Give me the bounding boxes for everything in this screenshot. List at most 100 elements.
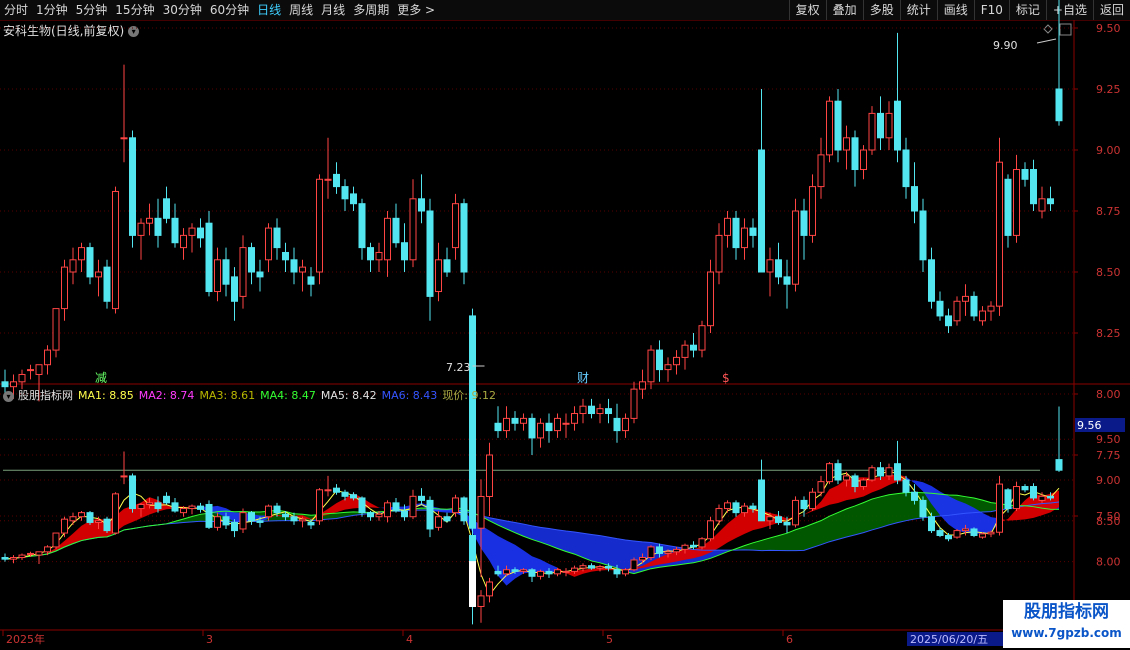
- ribbon-short-segment: [506, 540, 515, 586]
- candle-body: [316, 178, 323, 273]
- sub-candle: [868, 465, 876, 482]
- candle-body: [307, 276, 315, 285]
- candle-body: [486, 581, 493, 597]
- candle-body: [265, 505, 272, 518]
- sub-candle: [1, 553, 9, 562]
- candle-body: [664, 551, 672, 554]
- ribbon-short-segment: [489, 530, 498, 576]
- sub-candle: [562, 568, 570, 577]
- candle-body: [112, 493, 119, 534]
- candle-body: [78, 247, 85, 261]
- candle-body: [214, 516, 221, 528]
- main-candle: [571, 406, 578, 431]
- candle-body: [103, 266, 111, 302]
- candle-body: [545, 570, 553, 575]
- candle-body: [528, 569, 536, 577]
- candle-body: [766, 259, 774, 273]
- main-candle: [341, 179, 349, 211]
- sub-candle: [86, 511, 94, 525]
- main-candle: [52, 308, 60, 358]
- main-candle: [622, 413, 629, 438]
- main-candle: [970, 291, 978, 321]
- candle-body: [520, 569, 527, 572]
- ma-label-3: MA4: 8.47: [260, 389, 316, 402]
- candle-body: [834, 463, 842, 481]
- candle-body: [843, 475, 850, 481]
- candle-body: [936, 300, 944, 317]
- candle-body: [120, 475, 128, 478]
- sub-candle: [1021, 484, 1029, 493]
- sub-candle: [630, 557, 638, 572]
- candle-body: [622, 417, 629, 432]
- candle-body: [520, 417, 527, 424]
- date-label: 4: [406, 633, 413, 646]
- candle-body: [1004, 178, 1012, 236]
- candle-body: [800, 499, 808, 510]
- chevron-down-icon[interactable]: ▾: [3, 390, 14, 402]
- candle-body: [868, 467, 876, 481]
- candle-body: [605, 408, 612, 415]
- candle-body: [885, 112, 893, 139]
- main-candle: [120, 64, 128, 163]
- watermark-url: www.7gpzb.com: [1011, 626, 1122, 640]
- candle-body: [256, 520, 264, 523]
- candle-body: [188, 505, 196, 510]
- candle-body: [273, 505, 281, 514]
- main-candle: [78, 242, 85, 272]
- candle-body: [358, 497, 366, 514]
- candle-body: [792, 499, 799, 526]
- sub-candle: [809, 488, 816, 512]
- kline-chart[interactable]: 9.509.259.008.758.508.258.007.757.509.50…: [0, 0, 1130, 650]
- price-axis-label: 7.75: [1096, 449, 1121, 462]
- candle-body: [443, 259, 451, 273]
- watermark-title: 股朋指标网: [1024, 602, 1109, 622]
- candle-body: [69, 516, 77, 522]
- ribbon-short-segment: [804, 509, 813, 515]
- sub-candle: [528, 568, 536, 582]
- candle-body: [35, 551, 43, 556]
- candle-body: [392, 217, 400, 244]
- candle-body: [1055, 88, 1063, 122]
- main-candle: [61, 259, 68, 321]
- sub-candle: [919, 496, 927, 521]
- main-candle: [256, 259, 264, 292]
- main-candle: [707, 259, 714, 333]
- candle-body: [27, 552, 34, 555]
- sub-candle: [758, 459, 765, 522]
- candle-body: [324, 178, 332, 181]
- candle-body: [239, 512, 247, 530]
- main-candle: [44, 345, 51, 375]
- main-candle: [205, 211, 213, 297]
- ribbon-long-segment: [583, 533, 592, 561]
- sub-candle: [945, 533, 952, 542]
- price-axis-label: 9.25: [1096, 83, 1121, 96]
- main-candle: [282, 242, 289, 272]
- candle-body: [409, 198, 417, 261]
- candle-body: [698, 538, 706, 548]
- candle-body: [656, 546, 663, 554]
- main-candle: [545, 413, 553, 443]
- candle-body: [868, 112, 876, 151]
- candle-body: [605, 565, 612, 569]
- main-candle: [435, 242, 442, 302]
- event-mark-dividend: $: [722, 371, 730, 385]
- candle-body: [494, 422, 502, 432]
- candle-body: [690, 344, 697, 351]
- candle-body: [154, 502, 162, 510]
- candle-body: [1038, 198, 1046, 212]
- sub-candle: [690, 541, 697, 550]
- ribbon-short-segment: [498, 535, 507, 586]
- main-candle: [996, 137, 1003, 316]
- candle-body: [792, 210, 799, 285]
- date-label: 5: [606, 633, 613, 646]
- candle-body: [996, 161, 1003, 307]
- ribbon-long-segment: [778, 533, 787, 551]
- candle-body: [749, 505, 757, 510]
- candle-body: [622, 569, 629, 575]
- main-candle: [171, 203, 179, 248]
- main-candle: [27, 364, 34, 380]
- main-candle: [409, 179, 417, 268]
- sub-candle: [724, 500, 731, 513]
- main-candle: [698, 320, 706, 358]
- candle-body: [758, 479, 765, 522]
